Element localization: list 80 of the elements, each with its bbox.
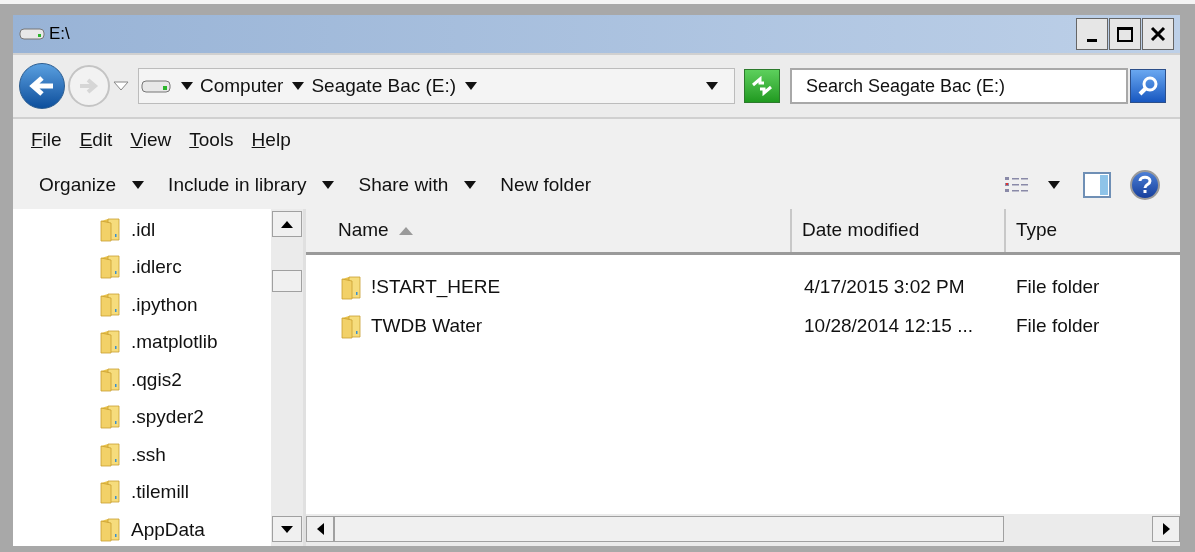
folder-icon	[340, 314, 362, 339]
left-arrow-icon	[316, 523, 324, 535]
help-icon	[1138, 175, 1152, 195]
search-icon	[1137, 75, 1159, 97]
column-header[interactable]: Date modified	[792, 209, 1006, 252]
toolbar-button[interactable]: Organize	[27, 168, 157, 202]
folder-icon	[99, 442, 121, 467]
drive-icon	[19, 27, 45, 41]
folder-icon	[99, 330, 121, 355]
caret-icon[interactable]	[465, 82, 478, 90]
file-name: !START_HERE	[371, 275, 501, 300]
up-arrow-icon	[281, 220, 293, 228]
file-name: TWDB Water	[371, 314, 483, 339]
column-header[interactable]: Type	[1006, 209, 1180, 252]
folder-item[interactable]: .idlerc	[131, 253, 182, 282]
menu-item[interactable]: Help	[243, 125, 299, 155]
close-button[interactable]	[1142, 18, 1174, 50]
column-header[interactable]: Name	[306, 209, 792, 252]
type-cell-text: File folder	[1015, 275, 1100, 300]
preview-pane-icon	[1083, 172, 1111, 198]
toolbar-button[interactable]: New folder	[488, 168, 604, 202]
folder-item[interactable]: .idl	[131, 215, 156, 244]
horizontal-scrollbar[interactable]	[306, 514, 1180, 546]
date-cell-text: 10/28/2014 12:15 ...	[803, 314, 975, 339]
back-button[interactable]	[19, 63, 65, 109]
caret-icon[interactable]	[292, 82, 305, 90]
address-field[interactable]: Computer Seagate Bac (E:)	[138, 68, 735, 104]
breadcrumb[interactable]: Computer	[200, 71, 284, 101]
scroll-up-button[interactable]	[272, 211, 302, 237]
folder-icon	[99, 367, 121, 392]
right-arrow-icon	[78, 77, 100, 95]
scroll-thumb[interactable]	[334, 516, 1004, 542]
menu-item[interactable]: View	[122, 125, 180, 155]
minimize-button[interactable]	[1076, 18, 1108, 50]
refresh-icon	[750, 76, 774, 96]
folder-item[interactable]: .ssh	[131, 440, 166, 469]
folder-icon	[340, 275, 362, 300]
scroll-down-button[interactable]	[272, 516, 302, 542]
list-view-icon	[1004, 175, 1030, 195]
drive-icon	[141, 78, 171, 94]
folder-icon	[99, 517, 121, 542]
file-row[interactable]: !START_HERE 4/17/2015 3:02 PM File folder	[306, 268, 1180, 307]
breadcrumb[interactable]: Seagate Bac (E:)	[311, 71, 457, 101]
caret-icon	[1048, 181, 1060, 189]
toolbar-button[interactable]: Share with	[346, 168, 489, 202]
folder-item[interactable]: .matplotlib	[131, 328, 218, 357]
folder-item[interactable]: .spyder2	[131, 403, 204, 432]
search-button[interactable]	[1130, 69, 1166, 103]
folder-item[interactable]: .ipython	[131, 290, 198, 319]
caret-icon[interactable]	[181, 82, 193, 90]
menu-item[interactable]: Edit	[71, 125, 121, 155]
right-arrow-icon	[1162, 523, 1170, 535]
folder-icon	[99, 405, 121, 430]
date-cell-text: 4/17/2015 3:02 PM	[803, 275, 966, 300]
refresh-button[interactable]	[744, 69, 780, 103]
toolbar-button[interactable]: Include in library	[156, 168, 347, 202]
scroll-right-button[interactable]	[1152, 516, 1180, 542]
folder-icon	[99, 480, 121, 505]
vertical-scrollbar[interactable]	[271, 209, 303, 546]
left-arrow-icon	[29, 75, 55, 97]
folder-item[interactable]: .tilemill	[131, 478, 190, 507]
dropdown-caret-icon[interactable]	[706, 82, 718, 90]
help-button[interactable]	[1130, 170, 1160, 200]
scroll-left-button[interactable]	[306, 516, 334, 542]
maximize-button[interactable]	[1109, 18, 1141, 50]
window-title: E:\	[49, 23, 70, 46]
menu-item[interactable]: File	[23, 125, 70, 155]
folder-icon	[99, 292, 121, 317]
preview-pane-button[interactable]	[1082, 170, 1112, 200]
menu-item[interactable]: Tools	[181, 125, 242, 155]
folder-item[interactable]: AppData	[131, 515, 205, 544]
folder-icon	[99, 217, 121, 242]
scroll-thumb[interactable]	[272, 270, 302, 292]
folder-icon	[99, 255, 121, 280]
type-cell-text: File folder	[1015, 314, 1100, 339]
file-row[interactable]: TWDB Water 10/28/2014 12:15 ... File folder	[306, 307, 1180, 346]
down-arrow-icon	[281, 525, 293, 533]
close-icon	[1150, 26, 1166, 42]
search-field[interactable]: Search Seagate Bac (E:)	[790, 68, 1128, 104]
folder-item[interactable]: .qgis2	[131, 365, 182, 394]
